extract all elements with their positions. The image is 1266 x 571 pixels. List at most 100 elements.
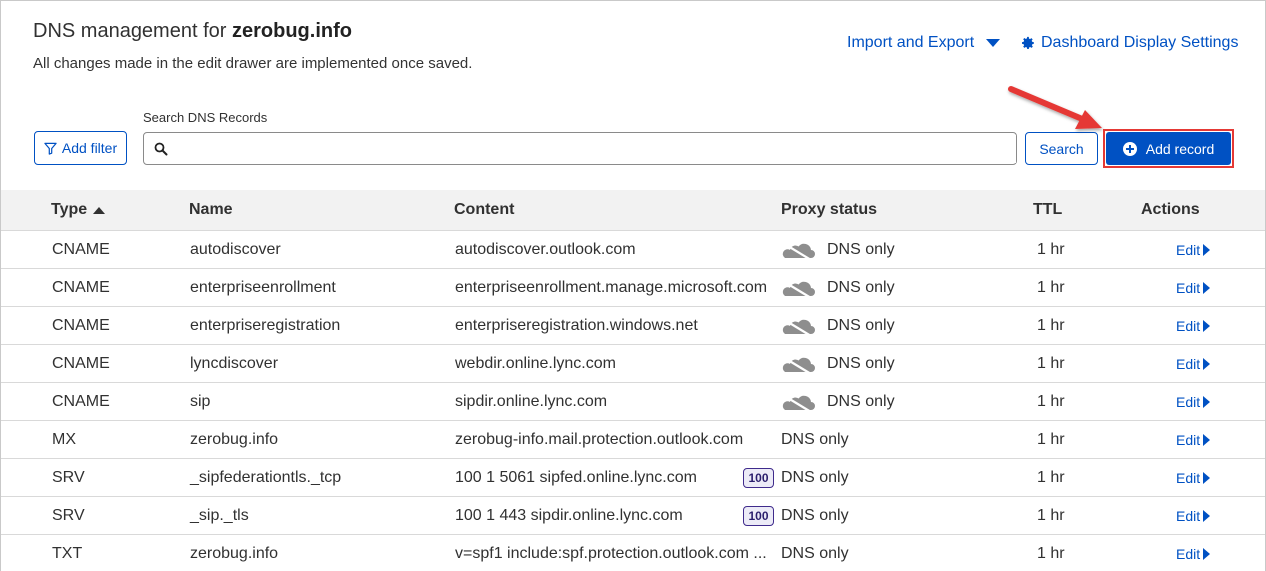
edit-record-button[interactable]: Edit <box>1176 269 1211 307</box>
record-type: TXT <box>52 545 83 562</box>
edit-record-button[interactable]: Edit <box>1176 535 1211 571</box>
table-row: CNAME sip sipdir.online.lync.com DNS onl… <box>1 382 1265 420</box>
edit-label: Edit <box>1176 394 1201 410</box>
record-content: autodiscover.outlook.com <box>455 241 636 258</box>
edit-record-button[interactable]: Edit <box>1176 307 1211 345</box>
edit-label: Edit <box>1176 432 1201 448</box>
edit-record-button[interactable]: Edit <box>1176 345 1211 383</box>
proxy-status: DNS only <box>781 535 849 571</box>
record-name: lyncdiscover <box>190 355 279 372</box>
add-filter-button[interactable]: Add filter <box>34 131 127 165</box>
caret-right-icon <box>1203 510 1211 522</box>
add-record-button[interactable]: Add record <box>1106 132 1231 165</box>
proxy-status: DNS only <box>781 459 849 497</box>
table-row: CNAME lyncdiscover webdir.online.lync.co… <box>1 344 1265 382</box>
caret-down-icon <box>986 39 1001 47</box>
proxy-status-label: DNS only <box>781 507 849 524</box>
table-row: TXT zerobug.info v=spf1 include:spf.prot… <box>1 534 1265 571</box>
column-header-ttl[interactable]: TTL <box>1033 190 1062 230</box>
edit-record-button[interactable]: Edit <box>1176 421 1211 459</box>
page-subtitle: All changes made in the edit drawer are … <box>33 55 473 72</box>
domain-name: zerobug.info <box>231 20 352 42</box>
record-type: SRV <box>52 469 85 486</box>
record-content: 100 1 5061 sipfed.online.lync.com <box>455 469 697 486</box>
column-header-name[interactable]: Name <box>189 190 233 230</box>
record-content: enterpriseregistration.windows.net <box>455 317 698 334</box>
dashboard-settings-link[interactable]: Dashboard Display Settings <box>1021 34 1238 52</box>
caret-right-icon <box>1203 472 1211 484</box>
priority-badge: 100 <box>743 506 774 526</box>
proxy-status-label: DNS only <box>781 469 849 486</box>
edit-record-button[interactable]: Edit <box>1176 231 1211 269</box>
cloud-dns-only-icon <box>782 280 815 299</box>
dns-records-table: Type Name Content Proxy status TTL Actio… <box>1 190 1265 571</box>
table-header: Type Name Content Proxy status TTL Actio… <box>1 190 1265 230</box>
search-label: Search DNS Records <box>143 110 268 125</box>
table-body: CNAME autodiscover autodiscover.outlook.… <box>1 230 1265 571</box>
search-input[interactable] <box>176 134 1016 163</box>
edit-label: Edit <box>1176 508 1201 524</box>
record-type: MX <box>52 431 76 448</box>
import-export-label: Import and Export <box>847 34 975 51</box>
record-content: enterpriseenrollment.manage.microsoft.co… <box>455 279 768 296</box>
column-header-content[interactable]: Content <box>454 190 514 230</box>
table-row: MX zerobug.info zerobug-info.mail.protec… <box>1 420 1265 458</box>
filter-icon <box>44 142 57 155</box>
import-export-menu[interactable]: Import and Export <box>847 34 1001 52</box>
proxy-status: DNS only <box>781 231 895 269</box>
cloud-dns-only-icon <box>782 394 815 413</box>
record-ttl: 1 hr <box>1037 545 1065 562</box>
proxy-status-label: DNS only <box>827 355 895 372</box>
proxy-status-label: DNS only <box>781 431 849 448</box>
cloud-dns-only-icon <box>782 242 815 261</box>
edit-label: Edit <box>1176 242 1201 258</box>
record-content: sipdir.online.lync.com <box>455 393 608 410</box>
record-ttl: 1 hr <box>1037 317 1065 334</box>
edit-record-button[interactable]: Edit <box>1176 459 1211 497</box>
record-name: enterpriseenrollment <box>190 279 336 296</box>
record-ttl: 1 hr <box>1037 507 1065 524</box>
column-header-proxy-status[interactable]: Proxy status <box>781 190 877 230</box>
proxy-status: DNS only <box>781 345 895 383</box>
table-row: CNAME autodiscover autodiscover.outlook.… <box>1 230 1265 268</box>
column-header-type[interactable]: Type <box>51 190 106 230</box>
record-ttl: 1 hr <box>1037 355 1065 372</box>
proxy-status: DNS only <box>781 497 849 535</box>
proxy-status-label: DNS only <box>827 393 895 410</box>
record-content: v=spf1 include:spf.protection.outlook.co… <box>455 545 767 562</box>
caret-right-icon <box>1203 282 1211 294</box>
caret-right-icon <box>1203 396 1211 408</box>
table-row: SRV _sipfederationtls._tcp 100 1 5061 si… <box>1 458 1265 496</box>
add-filter-label: Add filter <box>61 140 118 156</box>
record-type: CNAME <box>52 317 110 334</box>
record-type: CNAME <box>52 241 110 258</box>
table-row: SRV _sip._tls 100 1 443 sipdir.online.ly… <box>1 496 1265 534</box>
record-ttl: 1 hr <box>1037 279 1065 296</box>
proxy-status-label: DNS only <box>827 279 895 296</box>
priority-badge: 100 <box>743 468 774 488</box>
plus-circle-icon <box>1122 141 1137 156</box>
edit-record-button[interactable]: Edit <box>1176 497 1211 535</box>
add-record-label: Add record <box>1145 140 1215 157</box>
record-ttl: 1 hr <box>1037 393 1065 410</box>
dashboard-settings-label: Dashboard Display Settings <box>1041 34 1239 51</box>
record-name: autodiscover <box>190 241 281 258</box>
edit-label: Edit <box>1176 546 1201 562</box>
record-name: enterpriseregistration <box>190 317 341 334</box>
type-header-label: Type <box>51 201 88 218</box>
caret-right-icon <box>1203 548 1211 560</box>
sort-ascending-icon <box>93 206 106 214</box>
proxy-status: DNS only <box>781 383 895 421</box>
proxy-status-label: DNS only <box>781 545 849 562</box>
proxy-status-label: DNS only <box>827 241 895 258</box>
table-row: CNAME enterpriseenrollment enterpriseenr… <box>1 268 1265 306</box>
search-field[interactable] <box>143 132 1017 165</box>
column-header-actions: Actions <box>1141 201 1200 218</box>
caret-right-icon <box>1203 358 1211 370</box>
edit-record-button[interactable]: Edit <box>1176 383 1211 421</box>
cloud-dns-only-icon <box>782 318 815 337</box>
record-name: _sip._tls <box>190 507 249 524</box>
record-content: 100 1 443 sipdir.online.lync.com <box>455 507 683 524</box>
record-name: zerobug.info <box>190 545 279 562</box>
caret-right-icon <box>1203 244 1211 256</box>
